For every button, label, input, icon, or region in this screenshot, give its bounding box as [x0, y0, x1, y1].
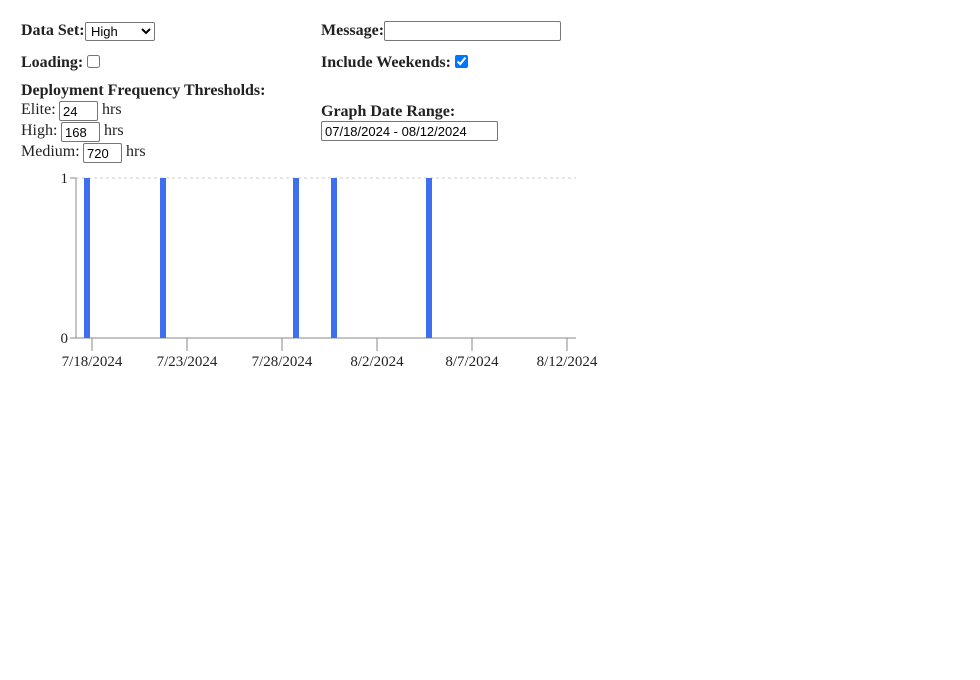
x-tick-label: 7/18/2024	[62, 354, 123, 370]
deployment-bar	[160, 178, 166, 338]
x-tick-label: 7/28/2024	[252, 354, 313, 370]
deployment-bar	[84, 178, 90, 338]
deployment-bar	[426, 178, 432, 338]
x-tick-label: 8/2/2024	[350, 354, 404, 370]
x-tick-label: 8/12/2024	[537, 354, 598, 370]
deployment-frequency-chart: 0 1 7/18/2024 7/23/2024 7/28/2024 8/2/2024 8/…	[61, 171, 598, 370]
x-tick-label: 7/23/2024	[157, 354, 218, 370]
deployment-bar	[293, 178, 299, 338]
y-tick-label: 1	[61, 171, 69, 187]
y-tick-label: 0	[61, 331, 69, 347]
deployment-bar	[331, 178, 337, 338]
x-tick-label: 8/7/2024	[445, 354, 499, 370]
